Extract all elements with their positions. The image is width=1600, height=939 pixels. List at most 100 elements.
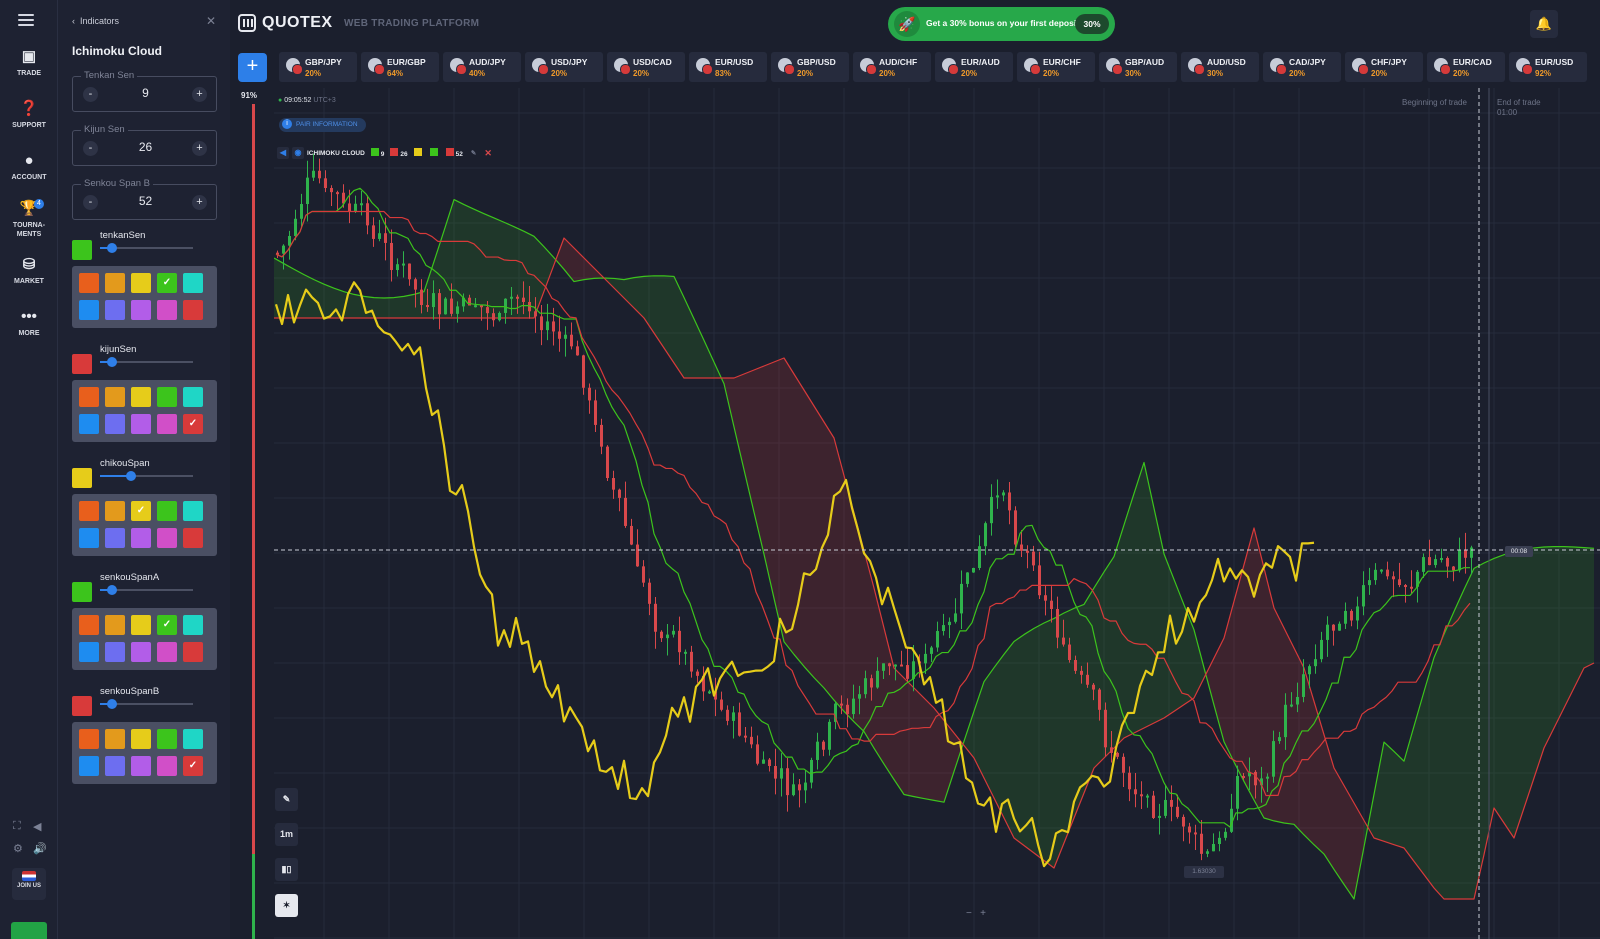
line-color-swatch[interactable] (72, 468, 92, 488)
decrement-button[interactable]: - (83, 141, 98, 156)
color-option[interactable] (157, 387, 177, 407)
asset-tab[interactable]: GBP/JPY 20% (279, 52, 357, 82)
line-width-slider[interactable] (100, 585, 193, 595)
asset-tab[interactable]: CAD/JPY 20% (1263, 52, 1341, 82)
color-option[interactable] (79, 501, 99, 521)
color-option[interactable] (131, 387, 151, 407)
line-width-slider[interactable] (100, 699, 193, 709)
nav-tournaments[interactable]: 🏆 TOURNA-MENTS (0, 200, 58, 239)
color-option[interactable] (157, 756, 177, 776)
collapse-icon[interactable]: ◀ (277, 147, 289, 159)
decrement-button[interactable]: - (83, 87, 98, 102)
asset-tab[interactable]: EUR/USD 83% (689, 52, 767, 82)
line-width-slider[interactable] (100, 471, 193, 481)
color-option[interactable] (183, 615, 203, 635)
menu-icon[interactable] (18, 14, 34, 26)
color-option[interactable] (79, 387, 99, 407)
nav-trade[interactable]: ▣ TRADE (0, 48, 58, 78)
asset-tab[interactable]: EUR/USD 92% (1509, 52, 1587, 82)
nav-market[interactable]: ⛁ MARKET (0, 256, 58, 286)
fullscreen-icon[interactable]: ⛶ (13, 820, 21, 833)
color-option[interactable] (105, 501, 125, 521)
asset-tab[interactable]: EUR/GBP 64% (361, 52, 439, 82)
pair-information-button[interactable]: i PAIR INFORMATION (279, 118, 366, 132)
settings-icon[interactable]: ⚙ (13, 842, 23, 855)
back-icon[interactable]: ◀ (33, 820, 41, 833)
line-color-swatch[interactable] (72, 354, 92, 374)
nav-account[interactable]: ● ACCOUNT (0, 152, 58, 182)
color-option[interactable] (157, 414, 177, 434)
sound-icon[interactable]: 🔊 (33, 842, 47, 855)
color-option[interactable] (79, 273, 99, 293)
color-option[interactable] (183, 729, 203, 749)
line-width-slider[interactable] (100, 243, 193, 253)
edit-pencil-icon[interactable]: ✎ (471, 149, 476, 157)
zoom-controls[interactable]: − + (966, 908, 986, 919)
color-option[interactable] (79, 729, 99, 749)
price-chart[interactable] (274, 88, 1600, 939)
increment-button[interactable]: + (192, 141, 207, 156)
asset-tab[interactable]: CHF/JPY 20% (1345, 52, 1423, 82)
line-color-swatch[interactable] (72, 240, 92, 260)
senkou-span-b-value[interactable]: 52 (103, 194, 188, 208)
color-option[interactable] (79, 414, 99, 434)
color-option[interactable] (105, 414, 125, 434)
color-option[interactable] (183, 273, 203, 293)
notifications-bell-icon[interactable]: 🔔 (1530, 10, 1558, 38)
color-option[interactable] (131, 528, 151, 548)
color-option[interactable] (131, 615, 151, 635)
color-option[interactable] (131, 756, 151, 776)
color-option[interactable]: ✓ (183, 414, 203, 434)
slider-knob[interactable] (107, 699, 118, 709)
color-option[interactable] (105, 300, 125, 320)
slider-knob[interactable] (107, 585, 118, 595)
color-option[interactable] (79, 615, 99, 635)
color-option[interactable]: ✓ (183, 756, 203, 776)
color-option[interactable] (105, 528, 125, 548)
chart-type-icon[interactable]: ▮▯ (275, 858, 298, 881)
color-option[interactable] (183, 642, 203, 662)
nav-more[interactable]: ••• MORE (0, 308, 58, 338)
asset-tab[interactable]: AUD/CHF 20% (853, 52, 931, 82)
add-chart-button[interactable]: + (238, 53, 267, 82)
draw-pencil-icon[interactable]: ✎ (275, 788, 298, 811)
decrement-button[interactable]: - (83, 195, 98, 210)
asset-tab[interactable]: EUR/CAD 20% (1427, 52, 1505, 82)
color-option[interactable] (105, 387, 125, 407)
color-option[interactable] (131, 273, 151, 293)
slider-knob[interactable] (125, 471, 136, 481)
color-option[interactable] (105, 756, 125, 776)
line-color-swatch[interactable] (72, 582, 92, 602)
asset-tab[interactable]: USD/JPY 20% (525, 52, 603, 82)
color-option[interactable] (131, 300, 151, 320)
asset-tab[interactable]: EUR/AUD 20% (935, 52, 1013, 82)
remove-indicator-icon[interactable]: ✕ (484, 148, 492, 159)
color-option[interactable] (105, 615, 125, 635)
color-option[interactable] (157, 528, 177, 548)
slider-knob[interactable] (107, 243, 118, 253)
tenkan-sen-value[interactable]: 9 (103, 86, 188, 100)
color-option[interactable] (157, 729, 177, 749)
asset-tab[interactable]: GBP/USD 20% (771, 52, 849, 82)
color-option[interactable] (131, 729, 151, 749)
color-option[interactable] (183, 501, 203, 521)
asset-tab[interactable]: GBP/AUD 30% (1099, 52, 1177, 82)
color-option[interactable] (79, 300, 99, 320)
color-option[interactable] (131, 642, 151, 662)
color-option[interactable] (183, 300, 203, 320)
color-option[interactable] (183, 528, 203, 548)
asset-tab[interactable]: AUD/JPY 40% (443, 52, 521, 82)
color-option[interactable]: ✓ (131, 501, 151, 521)
asset-tab[interactable]: AUD/USD 30% (1181, 52, 1259, 82)
color-option[interactable] (131, 414, 151, 434)
join-us-button[interactable]: JOIN US (12, 868, 46, 900)
color-option[interactable] (157, 501, 177, 521)
line-width-slider[interactable] (100, 357, 193, 367)
color-option[interactable] (157, 642, 177, 662)
deposit-button[interactable] (11, 922, 47, 939)
color-option[interactable] (79, 528, 99, 548)
line-color-swatch[interactable] (72, 696, 92, 716)
kijun-sen-value[interactable]: 26 (103, 140, 188, 154)
asset-tab[interactable]: USD/CAD 20% (607, 52, 685, 82)
color-option[interactable] (105, 642, 125, 662)
